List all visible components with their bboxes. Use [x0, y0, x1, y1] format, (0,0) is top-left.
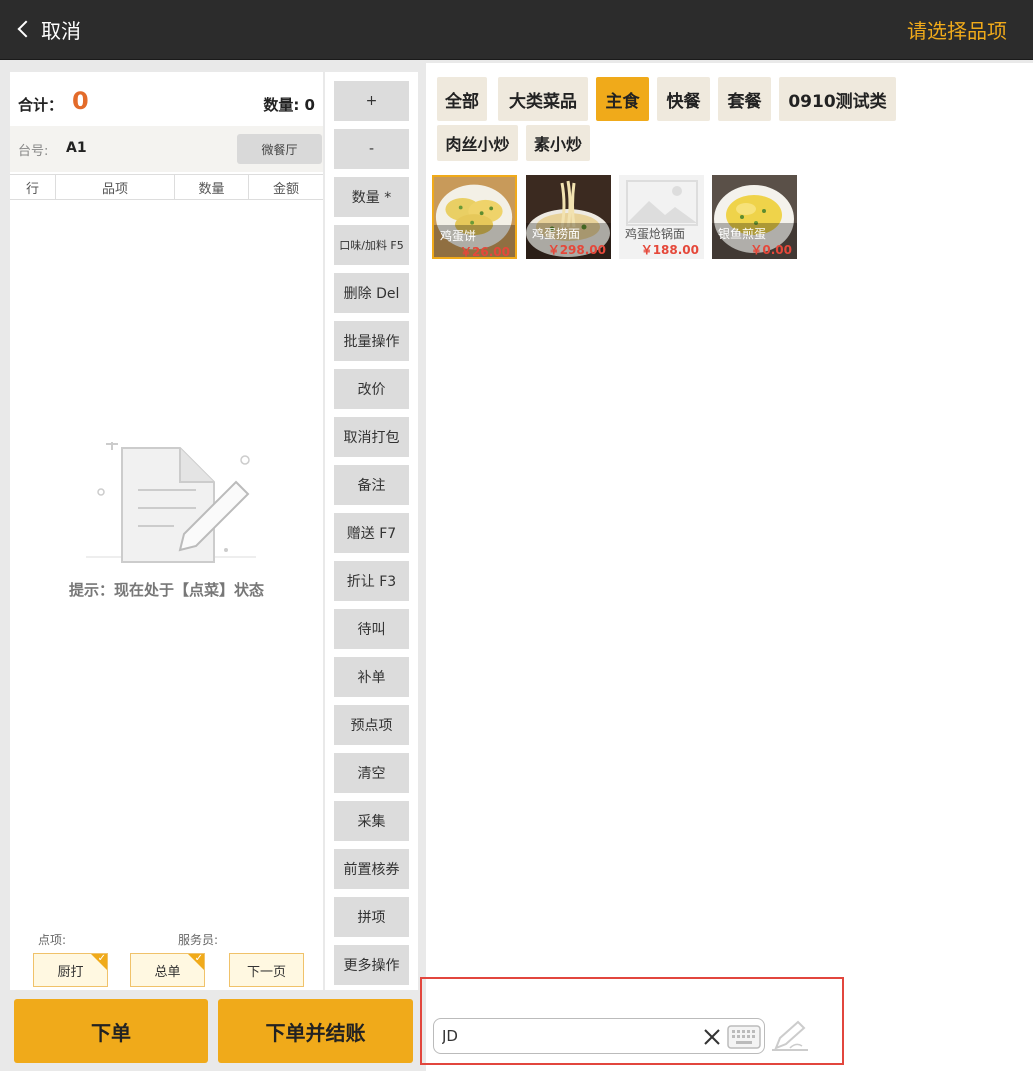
search-box	[433, 1018, 765, 1054]
dish-name: 鸡蛋炝锅面	[625, 227, 686, 241]
quantity-button[interactable]: 数量 *	[334, 177, 409, 217]
order-item-label: 点项:	[38, 933, 67, 947]
cancel-packing-button[interactable]: 取消打包	[334, 417, 409, 457]
category-veg-stirfry[interactable]: 素小炒	[526, 125, 590, 161]
back-label: 取消	[41, 18, 81, 43]
table-info: 台号: A1 微餐厅	[10, 126, 323, 172]
summary-label: 总单	[154, 964, 181, 980]
pre-order-item-button[interactable]: 预点项	[334, 705, 409, 745]
category-test[interactable]: 0910测试类	[779, 77, 896, 121]
category-fast-food[interactable]: 快餐	[657, 77, 710, 121]
clear-icon[interactable]	[702, 1027, 722, 1047]
table-number: A1	[66, 140, 87, 156]
category-staple-food[interactable]: 主食	[596, 77, 649, 121]
order-table-header: 行 品项 数量 金额	[10, 174, 323, 200]
column-header-amount: 金额	[272, 181, 299, 197]
kitchen-print-toggle[interactable]: 厨打 ✓	[33, 953, 108, 987]
more-operations-button[interactable]: 更多操作	[334, 945, 409, 985]
pre-verify-coupon-button[interactable]: 前置核券	[334, 849, 409, 889]
clear-button[interactable]: 清空	[334, 753, 409, 793]
remark-button[interactable]: 备注	[334, 465, 409, 505]
back-button[interactable]: 取消	[14, 14, 81, 44]
page-title: 请选择品项	[907, 19, 1007, 43]
total-value: 0	[72, 87, 89, 115]
place-order-and-checkout-button[interactable]: 下单并结账	[218, 999, 413, 1063]
summary-toggle[interactable]: 总单 ✓	[130, 953, 205, 987]
dish-card[interactable]: 鸡蛋捞面 ￥298.00	[526, 175, 611, 259]
column-header-item: 品项	[56, 175, 175, 199]
decrease-button[interactable]: -	[334, 129, 409, 169]
table-label: 台号:	[18, 144, 49, 159]
dish-name: 鸡蛋捞面	[532, 227, 581, 241]
function-column: + - 数量 * 口味/加料 F5 删除 Del 批量操作 改价 取消打包 备注…	[325, 72, 418, 990]
place-order-button[interactable]: 下单	[14, 999, 208, 1063]
dish-price: ￥0.00	[750, 243, 792, 257]
empty-document-illustration	[86, 442, 256, 563]
dish-card[interactable]: 鸡蛋饼 ￥26.00	[432, 175, 517, 259]
supplement-order-button[interactable]: 补单	[334, 657, 409, 697]
total-row: 合计： 0 数量: 0	[10, 72, 323, 126]
dish-name: 鸡蛋饼	[440, 229, 477, 243]
dish-price: ￥26.00	[460, 245, 510, 259]
category-set-meal[interactable]: 套餐	[718, 77, 771, 121]
search-input[interactable]	[442, 1024, 692, 1048]
dish-card[interactable]: 鸡蛋炝锅面 ￥188.00	[619, 175, 704, 259]
dish-price: ￥298.00	[547, 243, 606, 257]
collect-button[interactable]: 采集	[334, 801, 409, 841]
keyboard-icon[interactable]	[727, 1025, 761, 1049]
delete-button[interactable]: 删除 Del	[334, 273, 409, 313]
category-major-dishes[interactable]: 大类菜品	[498, 77, 588, 121]
kitchen-print-label: 厨打	[57, 964, 84, 980]
waiter-label: 服务员:	[178, 933, 219, 947]
discount-button[interactable]: 折让 F3	[334, 561, 409, 601]
column-header-row: 行	[10, 175, 56, 199]
increase-button[interactable]: +	[334, 81, 409, 121]
dish-name: 银鱼煎蛋	[718, 227, 767, 241]
chevron-left-icon	[17, 20, 35, 38]
quantity-summary: 数量: 0	[263, 96, 315, 114]
gift-button[interactable]: 赠送 F7	[334, 513, 409, 553]
category-all[interactable]: 全部	[437, 77, 487, 121]
dish-price: ￥188.00	[640, 243, 699, 257]
wait-call-button[interactable]: 待叫	[334, 609, 409, 649]
state-hint: 提示：现在处于【点菜】状态	[68, 581, 264, 599]
check-icon: ✓	[194, 953, 203, 964]
product-area: 全部 大类菜品 主食 快餐 套餐 0910测试类 肉丝小炒 素小炒 鸡蛋饼 ￥2…	[426, 63, 1033, 1071]
hall-button[interactable]: 微餐厅	[237, 134, 322, 164]
dish-card[interactable]: 银鱼煎蛋 ￥0.00	[712, 175, 797, 259]
category-shredded-pork-stirfry[interactable]: 肉丝小炒	[437, 125, 518, 161]
flavor-addon-button[interactable]: 口味/加料 F5	[334, 225, 409, 265]
check-icon: ✓	[97, 953, 106, 964]
handwriting-icon[interactable]	[770, 1018, 810, 1052]
order-panel: 合计： 0 数量: 0 台号: A1 微餐厅 行 品项 数量 金额 提示：现在处…	[10, 72, 323, 990]
top-bar: 取消 请选择品项	[0, 0, 1033, 60]
combine-item-button[interactable]: 拼项	[334, 897, 409, 937]
change-price-button[interactable]: 改价	[334, 369, 409, 409]
column-header-quantity: 数量	[175, 175, 249, 199]
batch-operation-button[interactable]: 批量操作	[334, 321, 409, 361]
next-page-button[interactable]: 下一页	[229, 953, 304, 987]
total-label: 合计：	[18, 96, 64, 114]
